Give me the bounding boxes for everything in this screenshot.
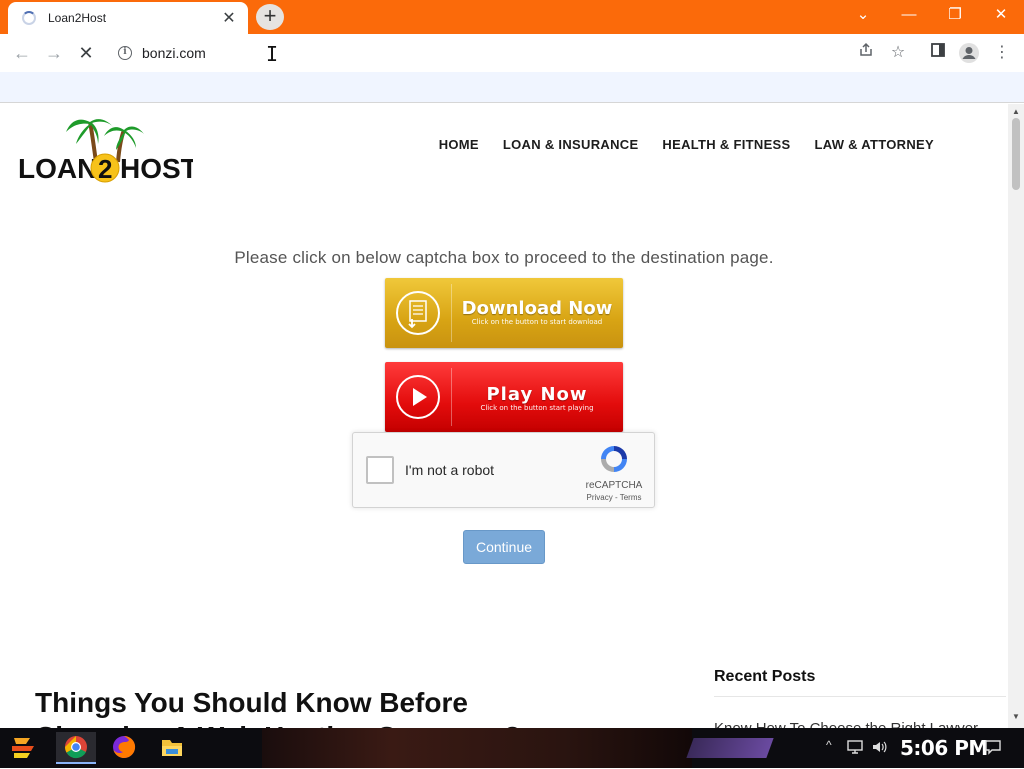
button-divider [451,368,452,426]
taskbar-file-explorer[interactable] [152,732,192,764]
play-now-sublabel: Click on the button start playing [480,404,594,412]
minimize-icon[interactable]: — [886,0,932,30]
start-button[interactable] [6,732,42,764]
tab-title: Loan2Host [48,11,107,25]
tray-overflow-icon[interactable]: ^ [826,738,832,752]
continue-button[interactable]: Continue [463,530,545,564]
button-divider [451,284,452,342]
page-scrollbar[interactable]: ▲ ▼ [1008,104,1024,728]
taskbar-firefox[interactable] [104,732,144,764]
stop-loading-icon[interactable]: ✕ [72,39,100,67]
main-navigation: HOME LOAN & INSURANCE HEALTH & FITNESS L… [439,137,934,152]
nav-health-fitness[interactable]: HEALTH & FITNESS [662,137,790,152]
recaptcha-privacy-terms[interactable]: Privacy - Terms [577,493,651,502]
play-icon [396,375,440,419]
captcha-checkbox[interactable] [366,456,394,484]
download-now-button[interactable]: Download Now Click on the button to star… [385,278,623,348]
new-tab-button[interactable]: + [256,4,284,30]
scrollbar-thumb[interactable] [1012,118,1020,190]
recaptcha-brand: reCAPTCHA [585,480,643,491]
download-now-label: Download Now [461,298,613,319]
network-icon[interactable] [846,738,864,761]
bookmark-bar [0,72,1024,103]
document-download-icon [396,291,440,335]
logo-digit: 2 [98,154,112,184]
captcha-instruction: Please click on below captcha box to pro… [234,248,774,267]
recaptcha-logo-icon [598,443,630,475]
nav-loan-insurance[interactable]: LOAN & INSURANCE [503,137,639,152]
scroll-up-arrow-icon[interactable]: ▲ [1008,107,1024,116]
recent-posts-heading: Recent Posts [714,668,816,685]
bookmark-star-icon[interactable]: ☆ [887,42,909,64]
nav-home[interactable]: HOME [439,137,479,152]
recent-post-link[interactable]: Know How To Choose the Right Lawyer [714,720,978,728]
volume-icon[interactable] [870,738,888,761]
text-cursor-icon: I [266,42,279,66]
taskbar-decoration [686,738,774,758]
url-input[interactable] [142,45,262,61]
download-now-sublabel: Click on the button to start download [471,318,603,326]
taskbar-clock[interactable]: 5:06 PM [900,736,988,760]
web-page: LOAN 2 HOST HOME LOAN & INSURANCE HEALTH… [0,104,1008,728]
tab-loan2host[interactable]: Loan2Host ✕ [8,2,248,34]
play-now-button[interactable]: Play Now Click on the button start playi… [385,362,623,432]
loading-spinner-icon [22,11,36,25]
tab-search-icon[interactable]: ⌄ [840,0,886,30]
taskbar-wallpaper-strip [262,728,692,768]
restore-icon[interactable]: ❐ [932,0,978,30]
notification-center-icon[interactable] [984,738,1002,761]
captcha-label: I'm not a robot [405,462,495,478]
share-icon[interactable] [855,42,877,64]
menu-kebab-icon[interactable]: ⋮ [991,42,1013,64]
side-panel-icon[interactable] [927,42,949,64]
profile-icon[interactable] [958,42,980,64]
taskbar: ^ 5:06 PM [0,728,1024,768]
tab-close-icon[interactable]: ✕ [220,8,238,28]
nav-law-attorney[interactable]: LAW & ATTORNEY [814,137,934,152]
back-icon[interactable]: ← [8,39,36,67]
forward-icon[interactable]: → [40,39,68,67]
window-close-icon[interactable]: ✕ [978,0,1024,30]
logo-text-host: HOST [120,153,193,184]
divider [714,696,1006,697]
site-logo[interactable]: LOAN 2 HOST [18,110,198,190]
address-bar[interactable]: i [108,37,268,69]
tab-strip: Loan2Host ✕ + ⌄ — ❐ ✕ [0,0,1024,34]
browser-toolbar: ← → ✕ i I ☆ ⋮ [0,34,1024,72]
logo-text-loan: LOAN [18,153,97,184]
site-info-icon[interactable]: i [118,46,132,60]
article-title[interactable]: Things You Should Know Before Choosing A… [35,686,555,728]
taskbar-chrome[interactable] [56,732,96,764]
scroll-down-arrow-icon[interactable]: ▼ [1008,712,1024,721]
play-now-label: Play Now [486,384,588,405]
recaptcha-widget: I'm not a robot reCAPTCHA Privacy - Term… [352,432,655,508]
